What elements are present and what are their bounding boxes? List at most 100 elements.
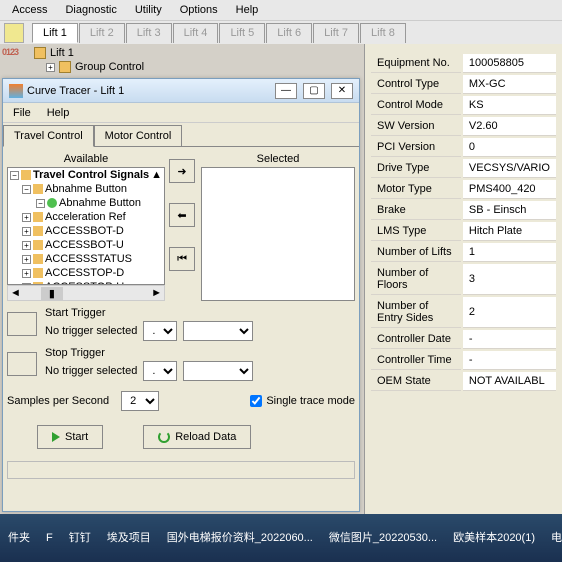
tree-group-control[interactable]: Group Control — [75, 61, 144, 73]
prop-key: PCI Version — [371, 138, 461, 157]
folder-icon — [21, 170, 31, 180]
reload-icon — [158, 431, 170, 443]
list-item[interactable]: −Abnahme Button — [8, 196, 164, 210]
tab-lift-2[interactable]: Lift 2 — [79, 23, 125, 43]
prop-value: 1 — [463, 243, 556, 262]
prop-value: NOT AVAILABL — [463, 372, 556, 391]
list-item[interactable]: −Abnahme Button — [8, 182, 164, 196]
selected-header: Selected — [201, 151, 355, 167]
menu-access[interactable]: Access — [4, 2, 55, 18]
stop-trigger-val-select[interactable] — [183, 361, 253, 381]
signal-icon — [33, 226, 43, 236]
taskbar[interactable]: 件夹F钉钉埃及项目国外电梯报价资料_2022060...微信图片_2022053… — [0, 514, 562, 562]
tree-root[interactable]: Lift 1 — [50, 47, 74, 59]
available-header: Available — [7, 151, 165, 167]
expand-icon[interactable]: + — [22, 241, 31, 250]
reload-button[interactable]: Reload Data — [143, 425, 251, 449]
tab-lift-4[interactable]: Lift 4 — [173, 23, 219, 43]
no-stop-trigger: No trigger selected — [45, 365, 137, 377]
remove-button[interactable]: ⬅ — [169, 203, 195, 227]
menu-help[interactable]: Help — [228, 2, 267, 18]
list-item[interactable]: +ACCESSTOP-D — [8, 266, 164, 280]
minimize-button[interactable]: — — [275, 83, 297, 99]
taskbar-item[interactable]: 欧美样本2020(1) — [445, 530, 543, 546]
taskbar-item[interactable]: 钉钉 — [61, 530, 99, 546]
taskbar-item[interactable]: 微信图片_20220530... — [321, 530, 445, 546]
menu-diagnostic[interactable]: Diagnostic — [57, 2, 124, 18]
prop-key: OEM State — [371, 372, 461, 391]
property-row: Motor TypePMS400_420 — [371, 180, 556, 199]
start-button[interactable]: Start — [37, 425, 103, 449]
prop-value: MX-GC — [463, 75, 556, 94]
single-trace-label: Single trace mode — [266, 395, 355, 407]
tab-motor-control[interactable]: Motor Control — [94, 125, 183, 146]
expand-icon[interactable]: − — [36, 199, 45, 208]
start-trigger-label: Start Trigger — [45, 307, 355, 319]
toolbar-numbers: 0123 — [2, 47, 18, 57]
property-row: Controller Date- — [371, 330, 556, 349]
samples-select[interactable]: 2 — [121, 391, 159, 411]
prop-value: SB - Einsch — [463, 201, 556, 220]
taskbar-item[interactable]: 件夹 — [0, 530, 38, 546]
selected-list[interactable] — [201, 167, 355, 301]
single-trace-checkbox[interactable] — [250, 395, 262, 407]
tab-lift-7[interactable]: Lift 7 — [313, 23, 359, 43]
expand-icon[interactable]: − — [10, 171, 19, 180]
prop-value: VECSYS/VARIO — [463, 159, 556, 178]
lift-tabs: Lift 1 Lift 2 Lift 3 Lift 4 Lift 5 Lift … — [32, 23, 406, 43]
available-list[interactable]: −Travel Control Signals▲ −Abnahme Button… — [7, 167, 165, 285]
control-tabs: Travel Control Motor Control — [3, 125, 359, 147]
menu-utility[interactable]: Utility — [127, 2, 170, 18]
signals-root[interactable]: Travel Control Signals — [33, 169, 149, 181]
tab-lift-1[interactable]: Lift 1 — [32, 23, 78, 43]
taskbar-item[interactable]: 电池行业数据分析 — [543, 530, 562, 546]
signal-icon — [33, 184, 43, 194]
submenu-help[interactable]: Help — [39, 105, 78, 121]
tab-lift-5[interactable]: Lift 5 — [219, 23, 265, 43]
list-item[interactable]: +ACCESSSTATUS — [8, 252, 164, 266]
expand-icon[interactable]: − — [22, 185, 31, 194]
signal-icon — [33, 254, 43, 264]
signal-icon — [33, 240, 43, 250]
submenu-file[interactable]: File — [5, 105, 39, 121]
property-row: BrakeSB - Einsch — [371, 201, 556, 220]
lift-tree: Lift 1 + Group Control — [30, 44, 148, 80]
expand-icon[interactable]: + — [22, 227, 31, 236]
expand-icon[interactable]: + — [22, 255, 31, 264]
tab-lift-6[interactable]: Lift 6 — [266, 23, 312, 43]
taskbar-item[interactable]: 埃及项目 — [99, 530, 159, 546]
maximize-button[interactable]: ▢ — [303, 83, 325, 99]
stop-trigger-button[interactable] — [7, 352, 37, 376]
menu-options[interactable]: Options — [172, 2, 226, 18]
horizontal-scrollbar[interactable]: ◄▮► — [7, 285, 165, 301]
start-trigger-op-select[interactable]: .. — [143, 321, 177, 341]
prop-key: Control Mode — [371, 96, 461, 115]
signal-icon — [33, 268, 43, 278]
add-button[interactable]: ➜ — [169, 159, 195, 183]
expand-icon[interactable]: + — [22, 269, 31, 278]
remove-all-button[interactable]: ⏮ — [169, 247, 195, 271]
prop-value: V2.60 — [463, 117, 556, 136]
property-row: LMS TypeHitch Plate — [371, 222, 556, 241]
property-row: Control TypeMX-GC — [371, 75, 556, 94]
list-item[interactable]: +ACCESSBOT-U — [8, 238, 164, 252]
start-trigger-button[interactable] — [7, 312, 37, 336]
close-button[interactable]: ✕ — [331, 83, 353, 99]
stop-trigger-op-select[interactable]: .. — [143, 361, 177, 381]
list-item[interactable]: +Acceleration Ref — [8, 210, 164, 224]
start-trigger-val-select[interactable] — [183, 321, 253, 341]
taskbar-item[interactable]: 国外电梯报价资料_2022060... — [159, 530, 321, 546]
prop-value: 2 — [463, 297, 556, 328]
main-menubar: Access Diagnostic Utility Options Help — [0, 0, 562, 20]
tab-travel-control[interactable]: Travel Control — [3, 125, 94, 147]
list-item[interactable]: +ACCESSBOT-D — [8, 224, 164, 238]
taskbar-item[interactable]: F — [38, 530, 61, 546]
tab-lift-8[interactable]: Lift 8 — [360, 23, 406, 43]
folder-icon — [34, 47, 46, 59]
stop-trigger-label: Stop Trigger — [45, 347, 355, 359]
expand-icon[interactable]: + — [46, 63, 55, 72]
window-titlebar[interactable]: Curve Tracer - Lift 1 — ▢ ✕ — [3, 79, 359, 103]
properties-pane: Equipment No.100058805Control TypeMX-GCC… — [365, 44, 562, 516]
tab-lift-3[interactable]: Lift 3 — [126, 23, 172, 43]
expand-icon[interactable]: + — [22, 213, 31, 222]
